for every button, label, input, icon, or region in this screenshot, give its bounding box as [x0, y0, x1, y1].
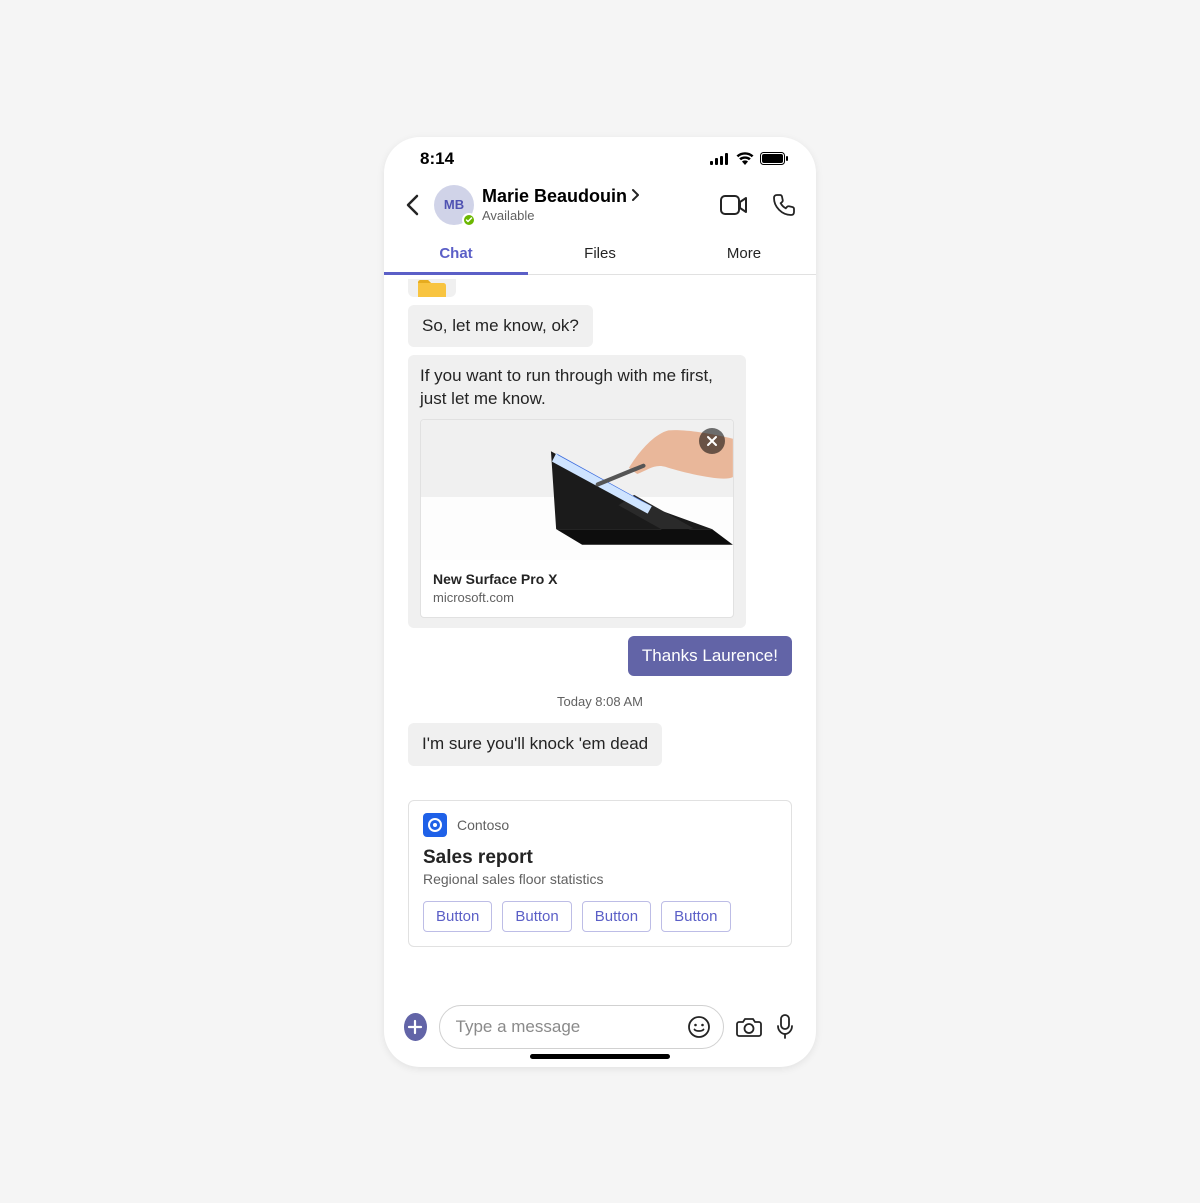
chat-header: MB Marie Beaudouin Available — [384, 181, 816, 235]
link-preview-card[interactable]: New Surface Pro X microsoft.com — [420, 419, 734, 617]
incoming-message[interactable]: So, let me know, ok? — [408, 305, 593, 348]
status-bar: 8:14 — [384, 137, 816, 181]
app-icon — [423, 813, 447, 837]
microphone-button[interactable] — [774, 1013, 797, 1041]
add-attachment-button[interactable] — [404, 1013, 427, 1041]
app-name: Contoso — [457, 817, 509, 833]
timestamp-divider: Today 8:08 AM — [408, 684, 792, 715]
tab-chat[interactable]: Chat — [384, 235, 528, 275]
back-button[interactable] — [398, 191, 426, 219]
outgoing-message[interactable]: Thanks Laurence! — [628, 636, 792, 676]
avatar[interactable]: MB — [434, 185, 474, 225]
clock-time: 8:14 — [420, 149, 454, 169]
message-text: If you want to run through with me first… — [420, 365, 734, 411]
home-indicator[interactable] — [530, 1054, 670, 1059]
tab-more[interactable]: More — [672, 235, 816, 274]
video-call-button[interactable] — [720, 191, 748, 219]
chevron-right-icon — [631, 186, 640, 208]
folder-attachment-bubble[interactable] — [408, 279, 456, 297]
tab-bar: Chat Files More — [384, 235, 816, 275]
emoji-button[interactable] — [685, 1013, 713, 1041]
card-action-button[interactable]: Button — [582, 901, 651, 932]
cellular-icon — [710, 153, 730, 165]
presence-text: Available — [482, 208, 712, 224]
tab-files[interactable]: Files — [528, 235, 672, 274]
card-action-button[interactable]: Button — [661, 901, 730, 932]
folder-icon — [416, 279, 448, 297]
card-title: Sales report — [423, 847, 777, 869]
card-subtitle: Regional sales floor statistics — [423, 871, 777, 887]
contact-info[interactable]: Marie Beaudouin Available — [482, 186, 712, 223]
wifi-icon — [736, 152, 754, 165]
camera-button[interactable] — [736, 1013, 762, 1041]
battery-icon — [760, 152, 788, 165]
incoming-message[interactable]: I'm sure you'll knock 'em dead — [408, 723, 662, 766]
link-preview-title: New Surface Pro X — [433, 570, 721, 589]
message-input[interactable] — [456, 1017, 677, 1037]
link-preview-image — [421, 420, 733, 560]
incoming-message-with-link[interactable]: If you want to run through with me first… — [408, 355, 746, 627]
adaptive-card[interactable]: Contoso Sales report Regional sales floo… — [408, 800, 792, 947]
presence-available-icon — [462, 213, 476, 227]
contact-name: Marie Beaudouin — [482, 186, 627, 208]
audio-call-button[interactable] — [770, 191, 798, 219]
phone-frame: 8:14 MB — [384, 137, 816, 1067]
card-action-button[interactable]: Button — [423, 901, 492, 932]
card-action-button[interactable]: Button — [502, 901, 571, 932]
message-input-container — [439, 1005, 724, 1049]
message-list[interactable]: So, let me know, ok? If you want to run … — [384, 275, 816, 993]
link-preview-domain: microsoft.com — [433, 589, 721, 607]
